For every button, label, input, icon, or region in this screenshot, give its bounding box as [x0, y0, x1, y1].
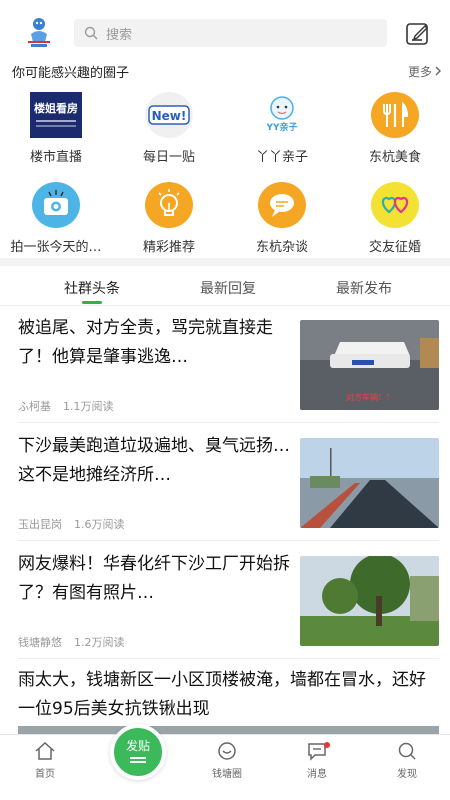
circle-label: 丫丫亲子: [255, 150, 308, 165]
circle-label: 楼市直播: [29, 150, 82, 165]
post-button[interactable]: 发贴: [110, 724, 166, 780]
app-logo[interactable]: [22, 14, 56, 50]
nav-messages-label: 消息: [307, 769, 327, 780]
circle-item-food[interactable]: 东杭美食: [339, 92, 450, 165]
article-meta: ふ柯基 1.1万阅读: [18, 398, 114, 414]
thumbnail-caption: 对方车辆！！: [346, 392, 394, 402]
nav-messages[interactable]: 消息: [282, 741, 352, 780]
article-author: ふ柯基: [18, 400, 51, 413]
article-meta: 玉出昆岗 1.6万阅读: [18, 516, 125, 532]
search-icon: [84, 26, 98, 40]
fork-knife-icon: [371, 92, 419, 138]
more-label: 更多: [407, 64, 432, 79]
article-title: 下沙最美跑道垃圾遍地、臭气远扬…这不是地摊经济所…: [18, 436, 290, 485]
article-title: 雨太大，钱塘新区一小区顶楼被淹，墙都在冒水，还好一位95后美女抗铁锹出现: [18, 670, 426, 719]
loushi-logo-text: 楼姐看房: [34, 101, 78, 115]
lightbulb-icon: [145, 182, 193, 228]
new-badge-text: New!: [152, 109, 187, 123]
circle-item-recommend[interactable]: 精彩推荐: [113, 182, 225, 255]
tab-latest-posts[interactable]: 最新发布: [304, 278, 424, 298]
hearts-icon: [371, 182, 419, 228]
row-separator: [18, 540, 439, 541]
nav-home[interactable]: 首页: [10, 741, 80, 780]
nav-discover[interactable]: 发现: [372, 741, 442, 780]
article-thumbnail: [300, 438, 439, 528]
article-reads: 1.2万阅读: [74, 636, 125, 649]
article-reads: 1.1万阅读: [63, 400, 114, 413]
article-reads: 1.6万阅读: [74, 518, 125, 531]
article-image-strip: [18, 726, 439, 734]
tab-headlines[interactable]: 社群头条: [32, 278, 152, 298]
article-card[interactable]: 下沙最美跑道垃圾遍地、臭气远扬…这不是地摊经济所… 玉出昆岗 1.6万阅读: [0, 424, 450, 542]
circle-label: 拍一张今天的…: [10, 240, 102, 255]
article-thumbnail: [300, 556, 439, 646]
circle-label: 东杭美食: [368, 150, 421, 165]
chat-bubble-icon: [258, 182, 306, 228]
article-title: 网友爆料！华春化纤下沙工厂开始拆了？有图有照片…: [18, 554, 290, 603]
unread-dot: [324, 742, 330, 748]
circle-item-chat[interactable]: 东杭杂谈: [226, 182, 338, 255]
post-button-label: 发贴: [125, 739, 150, 753]
circle-label: 精彩推荐: [142, 240, 195, 255]
chevron-right-icon: [435, 66, 441, 76]
article-title: 被追尾、对方全责，骂完就直接走了！他算是肇事逃逸…: [18, 318, 273, 367]
article-author: 玉出昆岗: [18, 518, 62, 531]
circle-item-dating[interactable]: 交友征婚: [339, 182, 450, 255]
feed-tabs: 社群头条 最新回复 最新发布: [0, 266, 450, 306]
circle-item-yy[interactable]: YY亲子 丫丫亲子: [226, 92, 338, 165]
new-badge-icon: New!: [145, 92, 193, 138]
bottom-nav: 首页 钱塘圈 消息 发现: [0, 734, 450, 800]
article-card[interactable]: 网友爆料！华春化纤下沙工厂开始拆了？有图有照片… 钱塘静悠 1.2万阅读: [0, 542, 450, 660]
article-card[interactable]: 雨太大，钱塘新区一小区顶楼被淹，墙都在冒水，还好一位95后美女抗铁锹出现: [0, 660, 450, 734]
nav-home-label: 首页: [35, 769, 55, 780]
tab-latest-replies[interactable]: 最新回复: [168, 278, 288, 298]
circle-item-photo[interactable]: 拍一张今天的…: [0, 182, 112, 255]
search-icon: [398, 742, 416, 760]
circles-header: 你可能感兴趣的圈子 更多: [12, 62, 442, 81]
article-author: 钱塘静悠: [18, 636, 62, 649]
circle-label: 东杭杂谈: [255, 240, 308, 255]
search-bar[interactable]: 搜索: [74, 19, 387, 47]
loushi-kanfang-logo: 楼姐看房: [30, 92, 82, 138]
circle-label: 交友征婚: [368, 240, 421, 255]
section-divider: [0, 258, 450, 266]
post-lines-icon: [130, 757, 146, 759]
active-tab-indicator: [82, 301, 102, 304]
top-bar: 搜索: [0, 0, 450, 62]
camera-icon: [32, 182, 80, 228]
nav-circle[interactable]: 钱塘圈: [192, 741, 262, 780]
yy-logo-text: YY亲子: [265, 121, 297, 133]
circle-item-loushi[interactable]: 楼姐看房 楼市直播: [0, 92, 112, 165]
nav-circle-label: 钱塘圈: [212, 769, 242, 780]
home-icon: [35, 741, 55, 760]
yy-parenting-icon: YY亲子: [258, 92, 306, 138]
row-separator: [18, 422, 439, 423]
circle-item-daily[interactable]: New! 每日一贴: [113, 92, 225, 165]
circle-chat-icon: [218, 742, 236, 760]
more-link[interactable]: 更多: [408, 63, 442, 80]
circle-label: 每日一贴: [142, 150, 195, 165]
article-meta: 钱塘静悠 1.2万阅读: [18, 634, 125, 650]
row-separator: [18, 658, 439, 659]
search-placeholder: 搜索: [106, 27, 133, 43]
circles-title: 你可能感兴趣的圈子: [12, 65, 130, 81]
edit-icon[interactable]: [405, 21, 431, 47]
article-card[interactable]: 被追尾、对方全责，骂完就直接走了！他算是肇事逃逸… ふ柯基 1.1万阅读 对方车辆…: [0, 306, 450, 424]
nav-discover-label: 发现: [397, 769, 417, 780]
article-thumbnail: 对方车辆！！: [300, 320, 439, 410]
